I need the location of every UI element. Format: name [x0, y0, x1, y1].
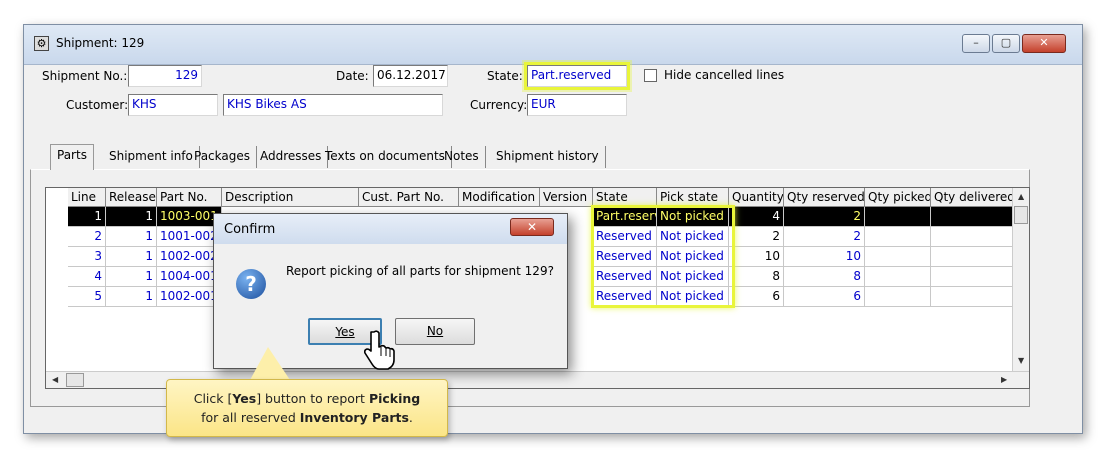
cell-line[interactable]: 2	[68, 227, 106, 247]
scroll-left-icon[interactable]: ◀	[52, 375, 58, 384]
hide-cancelled-label: Hide cancelled lines	[664, 68, 785, 82]
cell-release[interactable]: 1	[106, 247, 157, 267]
state-label: State:	[487, 69, 523, 83]
cell-qty-delivered[interactable]	[931, 287, 1013, 307]
col-header-version[interactable]: Version	[540, 188, 593, 207]
dialog-message: Report picking of all parts for shipment…	[286, 264, 554, 278]
dialog-title-bar: Confirm ✕	[214, 214, 567, 244]
callout-pointer	[250, 347, 290, 380]
callout-bold-picking: Picking	[368, 391, 421, 406]
cell-line[interactable]: 3	[68, 247, 106, 267]
tab-shipment-info[interactable]: Shipment info	[103, 146, 200, 168]
no-button[interactable]: No	[395, 318, 475, 345]
col-header-line[interactable]: Line	[68, 188, 106, 207]
tab-parts[interactable]: Parts	[50, 144, 94, 170]
cell-qty-delivered[interactable]	[931, 247, 1013, 267]
shipment-no-label: Shipment No.:	[42, 69, 128, 83]
close-window-button[interactable]: ✕	[1022, 34, 1066, 53]
callout-text: .	[408, 410, 413, 425]
cell-qty-picked[interactable]	[865, 227, 931, 247]
col-header-description[interactable]: Description	[222, 188, 359, 207]
vertical-scrollbar[interactable]: ▲ ▼	[1012, 188, 1029, 371]
hand-cursor-icon	[364, 330, 395, 370]
cell-qty-picked[interactable]	[865, 287, 931, 307]
dialog-title: Confirm	[224, 222, 276, 237]
cell-release[interactable]: 1	[106, 267, 157, 287]
cell-line[interactable]: 4	[68, 267, 106, 287]
hide-cancelled-checkbox[interactable]	[644, 69, 657, 82]
state-field[interactable]: Part.reserved	[524, 62, 630, 90]
callout-line-2: for all reserved Inventory Parts.	[167, 408, 447, 427]
cell-qty-picked[interactable]	[865, 207, 931, 227]
date-label: Date:	[336, 69, 369, 83]
title-bar: ⚙ Shipment: 129 – ▢ ✕	[24, 25, 1082, 65]
cell-qty-reserved[interactable]: 2	[784, 227, 865, 247]
cell-release[interactable]: 1	[106, 227, 157, 247]
cell-quantity[interactable]: 10	[729, 247, 784, 267]
cell-qty-reserved[interactable]: 8	[784, 267, 865, 287]
customer-code-field[interactable]: KHS	[128, 94, 218, 116]
cell-quantity[interactable]: 4	[729, 207, 784, 227]
cell-quantity[interactable]: 2	[729, 227, 784, 247]
cell-qty-reserved[interactable]: 6	[784, 287, 865, 307]
cell-line[interactable]: 5	[68, 287, 106, 307]
instruction-callout: Click [Yes] button to report Picking for…	[166, 379, 448, 437]
col-header-qty-reserved[interactable]: Qty reserved	[784, 188, 865, 207]
col-header-modification[interactable]: Modification	[459, 188, 540, 207]
col-header-cust-part-no[interactable]: Cust. Part No.	[359, 188, 459, 207]
cell-qty-picked[interactable]	[865, 267, 931, 287]
cell-qty-picked[interactable]	[865, 247, 931, 267]
cell-quantity[interactable]: 8	[729, 267, 784, 287]
state-highlight-box	[591, 205, 735, 308]
tab-packages[interactable]: Packages	[188, 146, 257, 168]
scroll-up-icon[interactable]: ▲	[1018, 192, 1024, 201]
tab-addresses[interactable]: Addresses	[254, 146, 329, 168]
cell-qty-delivered[interactable]	[931, 207, 1013, 227]
currency-field[interactable]: EUR	[527, 94, 627, 116]
cell-release[interactable]: 1	[106, 207, 157, 227]
tab-shipment-history[interactable]: Shipment history	[490, 146, 606, 168]
vertical-scroll-thumb[interactable]	[1014, 206, 1028, 224]
cell-qty-delivered[interactable]	[931, 227, 1013, 247]
cell-qty-reserved[interactable]: 2	[784, 207, 865, 227]
tab-notes[interactable]: Notes	[438, 146, 486, 168]
yes-button-label: Yes	[335, 325, 355, 339]
cell-line[interactable]: 1	[68, 207, 106, 227]
date-field[interactable]: 06.12.2017	[373, 65, 448, 87]
cell-qty-reserved[interactable]: 10	[784, 247, 865, 267]
col-header-release[interactable]: Release	[106, 188, 157, 207]
callout-text: Click [	[193, 391, 233, 406]
callout-text: ] button to report	[256, 391, 369, 406]
customer-name-field[interactable]: KHS Bikes AS	[223, 94, 443, 116]
callout-bold-inventory-parts: Inventory Parts	[299, 410, 409, 425]
col-header-qty-picked[interactable]: Qty picked	[865, 188, 931, 207]
minimize-button[interactable]: –	[962, 34, 990, 53]
cell-qty-delivered[interactable]	[931, 267, 1013, 287]
cell-quantity[interactable]: 6	[729, 287, 784, 307]
scroll-right-icon[interactable]: ▶	[1001, 375, 1007, 384]
no-button-label: No	[426, 324, 444, 338]
col-header-part-no[interactable]: Part No.	[157, 188, 222, 207]
cell-release[interactable]: 1	[106, 287, 157, 307]
scroll-down-icon[interactable]: ▼	[1018, 356, 1024, 365]
dialog-close-button[interactable]: ✕	[510, 218, 554, 236]
tab-texts-on-documents[interactable]: Texts on documents	[319, 146, 452, 168]
currency-label: Currency:	[470, 98, 528, 112]
maximize-button[interactable]: ▢	[992, 34, 1020, 53]
horizontal-scroll-thumb[interactable]	[66, 373, 84, 387]
app-icon: ⚙	[34, 36, 49, 51]
callout-bold-yes: Yes	[232, 391, 257, 406]
shipment-no-field[interactable]: 129	[128, 65, 202, 87]
customer-label: Customer:	[66, 98, 129, 112]
window-title: Shipment: 129	[56, 36, 145, 50]
col-header-quantity[interactable]: Quantity	[729, 188, 784, 207]
question-icon: ?	[236, 269, 266, 299]
callout-line-1: Click [Yes] button to report Picking	[167, 389, 447, 408]
col-header-qty-delivered[interactable]: Qty delivered	[931, 188, 1013, 207]
callout-text: for all reserved	[201, 410, 300, 425]
